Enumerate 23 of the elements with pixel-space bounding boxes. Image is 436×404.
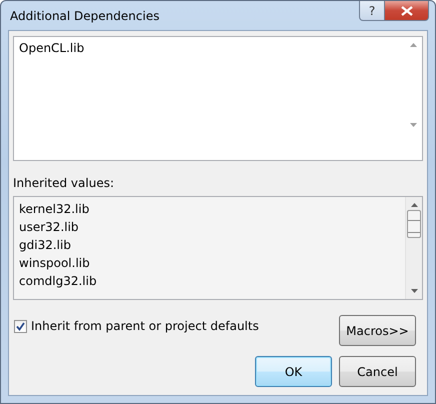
list-item: kernel32.lib [19, 201, 90, 218]
scroll-up-icon [410, 43, 417, 47]
close-icon [400, 6, 412, 16]
cancel-button[interactable]: Cancel [339, 356, 416, 387]
window-title: Additional Dependencies [9, 8, 160, 23]
text-area[interactable]: OpenCL.lib [13, 36, 423, 161]
close-button[interactable] [385, 1, 429, 21]
help-button[interactable]: ? [359, 1, 385, 21]
scroll-thumb[interactable] [407, 210, 421, 238]
scrollbar[interactable] [405, 197, 422, 299]
scroll-down-icon [410, 289, 418, 293]
checkmark-icon [16, 322, 25, 330]
text-line: OpenCL.lib [19, 40, 86, 57]
list-item: user32.lib [19, 219, 80, 236]
checkbox[interactable] [14, 320, 27, 332]
list-item: comdlg32.lib [19, 273, 98, 290]
ok-button[interactable]: OK [255, 356, 332, 387]
list-item: winspool.lib [19, 255, 91, 272]
macros-button[interactable]: Macros>> [339, 315, 416, 346]
scroll-down-icon [410, 123, 417, 127]
inherited-values-label: Inherited values: [13, 176, 115, 190]
list-item: gdi32.lib [19, 237, 72, 254]
scroll-up-icon [410, 203, 418, 207]
